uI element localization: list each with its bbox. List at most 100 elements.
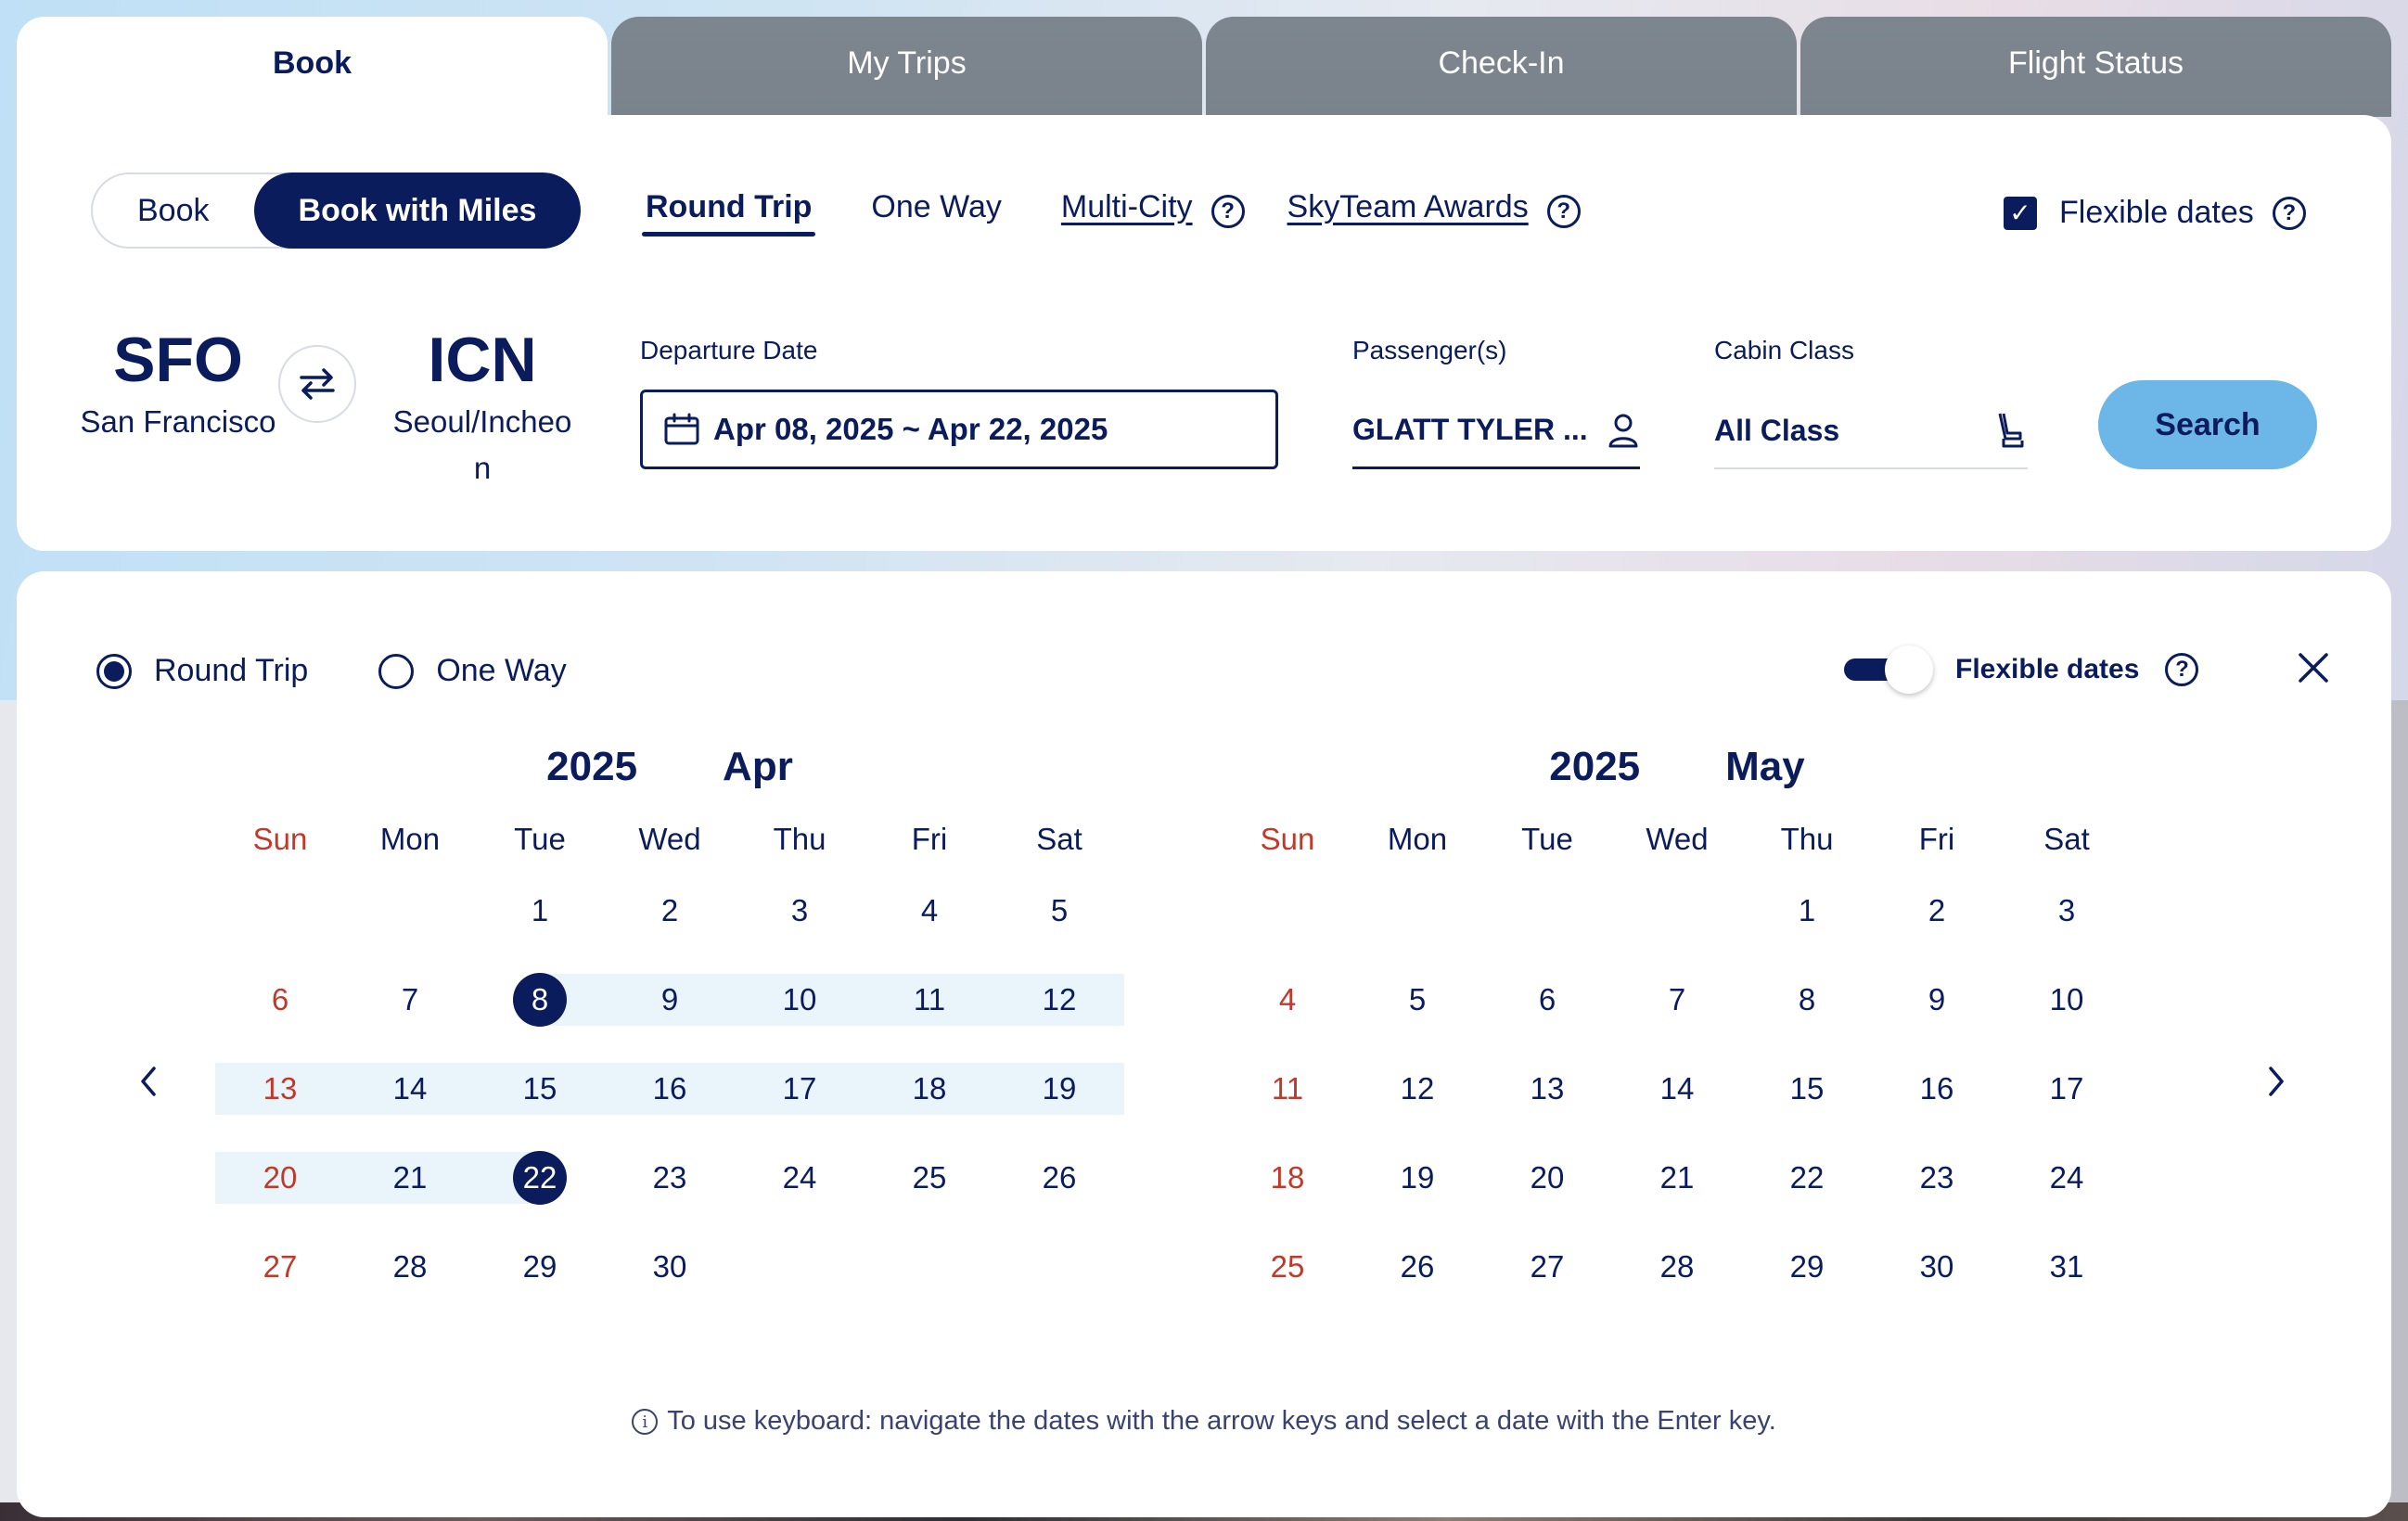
- one-way-radio-label[interactable]: One Way: [436, 653, 566, 689]
- calendar-day[interactable]: 17: [735, 1044, 865, 1133]
- flexible-dates-checkbox[interactable]: ✓: [2004, 196, 2037, 230]
- calendar-month-april: 2025 Apr Sun Mon Tue Wed Thu Fri Sat 1 2 3 4 5 6 7 8 9 1…: [215, 735, 1124, 1311]
- calendar-day[interactable]: 16: [1872, 1044, 2002, 1133]
- flexible-dates-help-icon[interactable]: ?: [2272, 196, 2306, 230]
- search-button[interactable]: Search: [2098, 380, 2317, 469]
- calendar-day-number: 16: [1919, 1071, 1954, 1106]
- calendar-day[interactable]: 4: [865, 866, 994, 955]
- calendar-day[interactable]: 14: [1612, 1044, 1742, 1133]
- month-year: 2025: [546, 744, 638, 789]
- calendar-day[interactable]: 18: [1223, 1133, 1352, 1222]
- round-trip-radio[interactable]: [96, 653, 132, 689]
- calendar-day[interactable]: 2: [1872, 866, 2002, 955]
- calendar-day[interactable]: 25: [1223, 1222, 1352, 1311]
- swap-airports-button[interactable]: [278, 345, 356, 423]
- calendar-day[interactable]: 4: [1223, 955, 1352, 1044]
- calendar-day[interactable]: 8: [475, 955, 605, 1044]
- one-way-radio[interactable]: [378, 653, 415, 689]
- skyteam-help-icon[interactable]: ?: [1546, 195, 1581, 228]
- passenger-field[interactable]: GLATT TYLER ...: [1352, 393, 1640, 469]
- calendar-day[interactable]: 28: [1612, 1222, 1742, 1311]
- calendar-day[interactable]: 12: [1352, 1044, 1482, 1133]
- calendar-day[interactable]: 25: [865, 1133, 994, 1222]
- calendar-day[interactable]: 23: [605, 1133, 735, 1222]
- calendar-day[interactable]: 27: [215, 1222, 345, 1311]
- calendar-day[interactable]: 26: [1352, 1222, 1482, 1311]
- calendar-day[interactable]: 29: [475, 1222, 605, 1311]
- flexible-dates-toggle-help-icon[interactable]: ?: [2165, 653, 2199, 686]
- calendar-day[interactable]: 17: [2002, 1044, 2132, 1133]
- calendar-day[interactable]: 3: [735, 866, 865, 955]
- flexible-dates-switch[interactable]: [1844, 645, 1933, 694]
- empty-day-cell: [1352, 866, 1482, 955]
- calendar-day[interactable]: 31: [2002, 1222, 2132, 1311]
- calendar-day[interactable]: 13: [1482, 1044, 1612, 1133]
- calendar-day[interactable]: 8: [1742, 955, 1872, 1044]
- trip-type-multi-city[interactable]: Multi-City: [1061, 189, 1193, 235]
- calendar-day[interactable]: 3: [2002, 866, 2132, 955]
- multi-city-help-icon[interactable]: ?: [1210, 195, 1245, 228]
- mode-book-option[interactable]: Book: [93, 193, 258, 229]
- calendar-day[interactable]: 16: [605, 1044, 735, 1133]
- calendar-day-number: 2: [1928, 893, 1946, 927]
- calendar-day[interactable]: 7: [345, 955, 475, 1044]
- close-icon[interactable]: [2286, 640, 2341, 696]
- calendar-day-number: 27: [263, 1249, 298, 1284]
- calendar-day[interactable]: 10: [735, 955, 865, 1044]
- calendar-day[interactable]: 13: [215, 1044, 345, 1133]
- calendar-day[interactable]: 10: [2002, 955, 2132, 1044]
- calendar-day[interactable]: 11: [1223, 1044, 1352, 1133]
- calendar-day[interactable]: 30: [605, 1222, 735, 1311]
- mode-miles-option[interactable]: Book with Miles: [254, 173, 581, 249]
- calendar-day[interactable]: 2: [605, 866, 735, 955]
- calendar-day[interactable]: 15: [1742, 1044, 1872, 1133]
- calendar-day[interactable]: 11: [865, 955, 994, 1044]
- tab-check-in[interactable]: Check-In: [1206, 17, 1797, 117]
- month-year: 2025: [1549, 744, 1641, 789]
- calendar-day[interactable]: 7: [1612, 955, 1742, 1044]
- calendar-day[interactable]: 1: [1742, 866, 1872, 955]
- tab-book[interactable]: Book: [17, 17, 608, 117]
- tab-flight-status[interactable]: Flight Status: [1800, 17, 2391, 117]
- round-trip-radio-label[interactable]: Round Trip: [154, 653, 308, 689]
- calendar-day[interactable]: 29: [1742, 1222, 1872, 1311]
- trip-type-round[interactable]: Round Trip: [641, 189, 816, 236]
- chevron-right-icon[interactable]: [2248, 1044, 2304, 1118]
- calendar-day[interactable]: 5: [1352, 955, 1482, 1044]
- calendar-day[interactable]: 1: [475, 866, 605, 955]
- calendar-day[interactable]: 21: [345, 1133, 475, 1222]
- calendar-day[interactable]: 18: [865, 1044, 994, 1133]
- calendar-day[interactable]: 19: [1352, 1133, 1482, 1222]
- origin-airport[interactable]: SFO San Francisco: [76, 325, 280, 445]
- calendar-day[interactable]: 9: [1872, 955, 2002, 1044]
- calendar-day[interactable]: 19: [994, 1044, 1124, 1133]
- calendar-day-number: 4: [1278, 982, 1297, 1016]
- chevron-left-icon[interactable]: [121, 1044, 176, 1118]
- trip-type-oneway[interactable]: One Way: [871, 189, 1001, 235]
- calendar-day[interactable]: 20: [1482, 1133, 1612, 1222]
- trip-type-skyteam[interactable]: SkyTeam Awards: [1287, 189, 1529, 235]
- calendar-day[interactable]: 15: [475, 1044, 605, 1133]
- calendar-day[interactable]: 12: [994, 955, 1124, 1044]
- month-name: May: [1725, 744, 1805, 789]
- calendar-day[interactable]: 21: [1612, 1133, 1742, 1222]
- calendar-day[interactable]: 9: [605, 955, 735, 1044]
- calendar-day[interactable]: 24: [2002, 1133, 2132, 1222]
- calendar-day[interactable]: 30: [1872, 1222, 2002, 1311]
- calendar-day[interactable]: 26: [994, 1133, 1124, 1222]
- calendar-day[interactable]: 14: [345, 1044, 475, 1133]
- calendar-day[interactable]: 20: [215, 1133, 345, 1222]
- departure-date-input[interactable]: Apr 08, 2025 ~ Apr 22, 2025: [640, 390, 1278, 469]
- destination-airport[interactable]: ICN Seoul/Incheon: [371, 325, 594, 492]
- tab-my-trips[interactable]: My Trips: [611, 17, 1202, 117]
- calendar-day[interactable]: 22: [475, 1133, 605, 1222]
- calendar-day[interactable]: 27: [1482, 1222, 1612, 1311]
- calendar-day[interactable]: 24: [735, 1133, 865, 1222]
- calendar-day[interactable]: 6: [215, 955, 345, 1044]
- calendar-day[interactable]: 23: [1872, 1133, 2002, 1222]
- calendar-day[interactable]: 22: [1742, 1133, 1872, 1222]
- calendar-day[interactable]: 6: [1482, 955, 1612, 1044]
- calendar-day[interactable]: 28: [345, 1222, 475, 1311]
- calendar-day[interactable]: 5: [994, 866, 1124, 955]
- cabin-class-field[interactable]: All Class: [1714, 393, 2028, 469]
